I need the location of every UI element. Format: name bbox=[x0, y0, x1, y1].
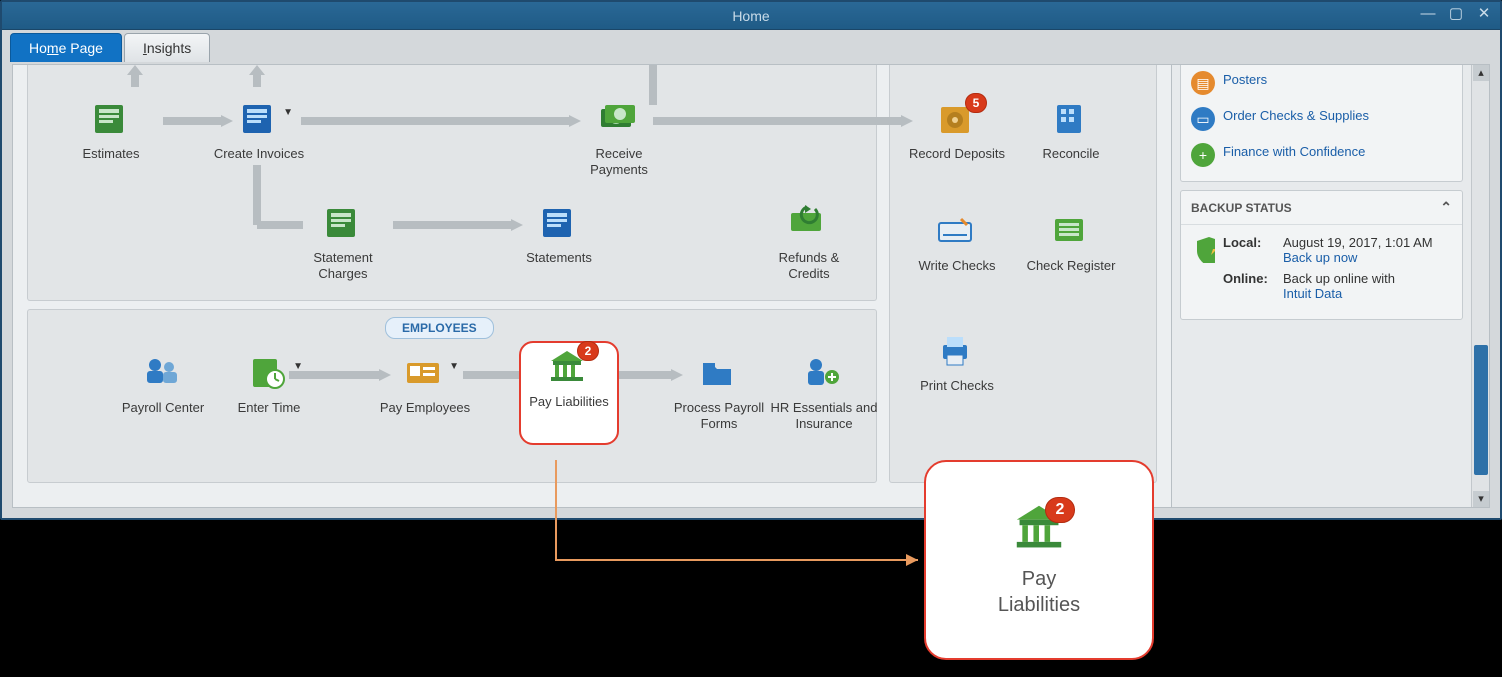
scroll-up-button[interactable]: ▴ bbox=[1473, 65, 1489, 81]
maximize-button[interactable]: ▢ bbox=[1446, 6, 1466, 24]
backup-online-label: Online: bbox=[1223, 271, 1277, 301]
idcard-icon bbox=[405, 355, 445, 391]
finance-confidence-label: Finance with Confidence bbox=[1223, 143, 1365, 160]
hr-essentials-label: HR Essentials and Insurance bbox=[769, 400, 879, 432]
side-panel: ▤ Posters ▭ Order Checks & Supplies + Fi… bbox=[1171, 65, 1471, 507]
receive-payments-button[interactable]: Receive Payments bbox=[569, 101, 669, 178]
finance-confidence-link[interactable]: + Finance with Confidence bbox=[1189, 137, 1454, 173]
plus-icon: + bbox=[1191, 143, 1215, 167]
callout-badge: 2 bbox=[1045, 497, 1075, 523]
statement-charges-button[interactable]: Statement Charges bbox=[293, 205, 393, 282]
titlebar: Home — ▢ ✕ bbox=[2, 2, 1500, 30]
print-checks-label: Print Checks bbox=[907, 378, 1007, 394]
hr-icon bbox=[804, 355, 844, 391]
pay-liabilities-badge: 2 bbox=[577, 341, 599, 361]
callout-label: PayLiabilities bbox=[998, 566, 1080, 618]
scroll-thumb[interactable] bbox=[1474, 345, 1488, 475]
flow-canvas: Credit Cards bbox=[13, 65, 1171, 507]
check-register-button[interactable]: Check Register bbox=[1021, 213, 1121, 274]
reconcile-label: Reconcile bbox=[1021, 146, 1121, 162]
tab-insights[interactable]: Insights bbox=[124, 33, 210, 62]
check-pen-icon bbox=[937, 213, 977, 249]
hr-essentials-button[interactable]: HR Essentials and Insurance bbox=[769, 355, 879, 432]
refunds-credits-label: Refunds & Credits bbox=[759, 250, 859, 282]
payroll-center-button[interactable]: Payroll Center bbox=[113, 355, 213, 416]
enter-time-label: Enter Time bbox=[219, 400, 319, 416]
pay-liabilities-button[interactable]: 2 Pay Liabilities bbox=[519, 349, 619, 410]
statement-green-icon bbox=[323, 205, 363, 241]
process-payroll-forms-button[interactable]: Process Payroll Forms bbox=[669, 355, 769, 432]
backup-local-value: August 19, 2017, 1:01 AM bbox=[1283, 235, 1433, 250]
workarea: Credit Cards bbox=[12, 64, 1490, 508]
money-icon bbox=[599, 101, 639, 137]
statement-charges-label: Statement Charges bbox=[293, 250, 393, 282]
tabstrip: Home Page Insights bbox=[2, 30, 1500, 62]
enter-time-button[interactable]: ▼ Enter Time bbox=[219, 355, 319, 416]
scroll-down-button[interactable]: ▾ bbox=[1473, 491, 1489, 507]
dropdown-icon[interactable]: ▼ bbox=[283, 107, 293, 118]
check-register-label: Check Register bbox=[1021, 258, 1121, 274]
minimize-button[interactable]: — bbox=[1418, 6, 1438, 24]
create-invoices-button[interactable]: ▼ Create Invoices bbox=[209, 101, 309, 162]
record-deposits-badge: 5 bbox=[965, 93, 987, 113]
estimates-label: Estimates bbox=[61, 146, 161, 162]
record-deposits-label: Record Deposits bbox=[907, 146, 1007, 162]
write-checks-button[interactable]: Write Checks bbox=[907, 213, 1007, 274]
close-button[interactable]: ✕ bbox=[1474, 6, 1494, 24]
app-window: Home — ▢ ✕ Home Page Insights Credit Car… bbox=[0, 0, 1502, 520]
refunds-credits-button[interactable]: Refunds & Credits bbox=[759, 205, 859, 282]
backup-status-title: BACKUP STATUS bbox=[1191, 201, 1292, 215]
folder-icon bbox=[699, 355, 739, 391]
people-icon bbox=[143, 355, 183, 391]
dropdown-icon[interactable]: ▼ bbox=[449, 361, 459, 372]
pay-liabilities-label: Pay Liabilities bbox=[519, 394, 619, 410]
clock-icon bbox=[249, 355, 289, 391]
order-posters-label: Posters bbox=[1223, 71, 1267, 88]
register-icon bbox=[1051, 213, 1091, 249]
create-invoices-label: Create Invoices bbox=[209, 146, 309, 162]
order-checks-link[interactable]: ▭ Order Checks & Supplies bbox=[1189, 101, 1454, 137]
printer-icon bbox=[937, 333, 977, 369]
record-deposits-button[interactable]: 5 Record Deposits bbox=[907, 101, 1007, 162]
pay-employees-button[interactable]: ▼ Pay Employees bbox=[375, 355, 475, 416]
reconcile-button[interactable]: Reconcile bbox=[1021, 101, 1121, 162]
intuit-data-link[interactable]: Intuit Data bbox=[1283, 286, 1342, 301]
backup-now-link[interactable]: Back up now bbox=[1283, 250, 1357, 265]
statements-button[interactable]: Statements bbox=[509, 205, 609, 266]
dropdown-icon[interactable]: ▼ bbox=[293, 361, 303, 372]
checks-icon: ▭ bbox=[1191, 107, 1215, 131]
payroll-center-label: Payroll Center bbox=[113, 400, 213, 416]
poster-icon: ▤ bbox=[1191, 71, 1215, 95]
write-checks-label: Write Checks bbox=[907, 258, 1007, 274]
building-icon bbox=[1051, 101, 1091, 137]
receive-payments-label: Receive Payments bbox=[569, 146, 669, 178]
backup-local-label: Local: bbox=[1223, 235, 1277, 265]
order-checks-label: Order Checks & Supplies bbox=[1223, 107, 1369, 124]
statement-blue-icon bbox=[539, 205, 579, 241]
document-blue-icon bbox=[239, 101, 279, 137]
vertical-scrollbar[interactable]: ▴ ▾ bbox=[1471, 65, 1489, 507]
tab-home-page[interactable]: Home Page bbox=[10, 33, 122, 62]
document-green-icon bbox=[91, 101, 131, 137]
statements-label: Statements bbox=[509, 250, 609, 266]
collapse-icon[interactable]: ⌃ bbox=[1440, 199, 1452, 216]
pay-employees-label: Pay Employees bbox=[375, 400, 475, 416]
shield-lock-icon bbox=[1191, 235, 1215, 263]
process-payroll-forms-label: Process Payroll Forms bbox=[669, 400, 769, 432]
quick-links-card: ▤ Posters ▭ Order Checks & Supplies + Fi… bbox=[1180, 65, 1463, 182]
window-title: Home bbox=[732, 8, 769, 24]
estimates-button[interactable]: Estimates bbox=[61, 101, 161, 162]
pay-liabilities-callout: 2 PayLiabilities bbox=[924, 460, 1154, 660]
print-checks-button[interactable]: Print Checks bbox=[907, 333, 1007, 394]
employees-header: EMPLOYEES bbox=[385, 317, 494, 339]
order-posters-link[interactable]: ▤ Posters bbox=[1189, 65, 1454, 101]
refund-icon bbox=[789, 205, 829, 241]
backup-status-card: BACKUP STATUS ⌃ Local: August 19, 2017, … bbox=[1180, 190, 1463, 320]
backup-online-value: Back up online with bbox=[1283, 271, 1395, 286]
